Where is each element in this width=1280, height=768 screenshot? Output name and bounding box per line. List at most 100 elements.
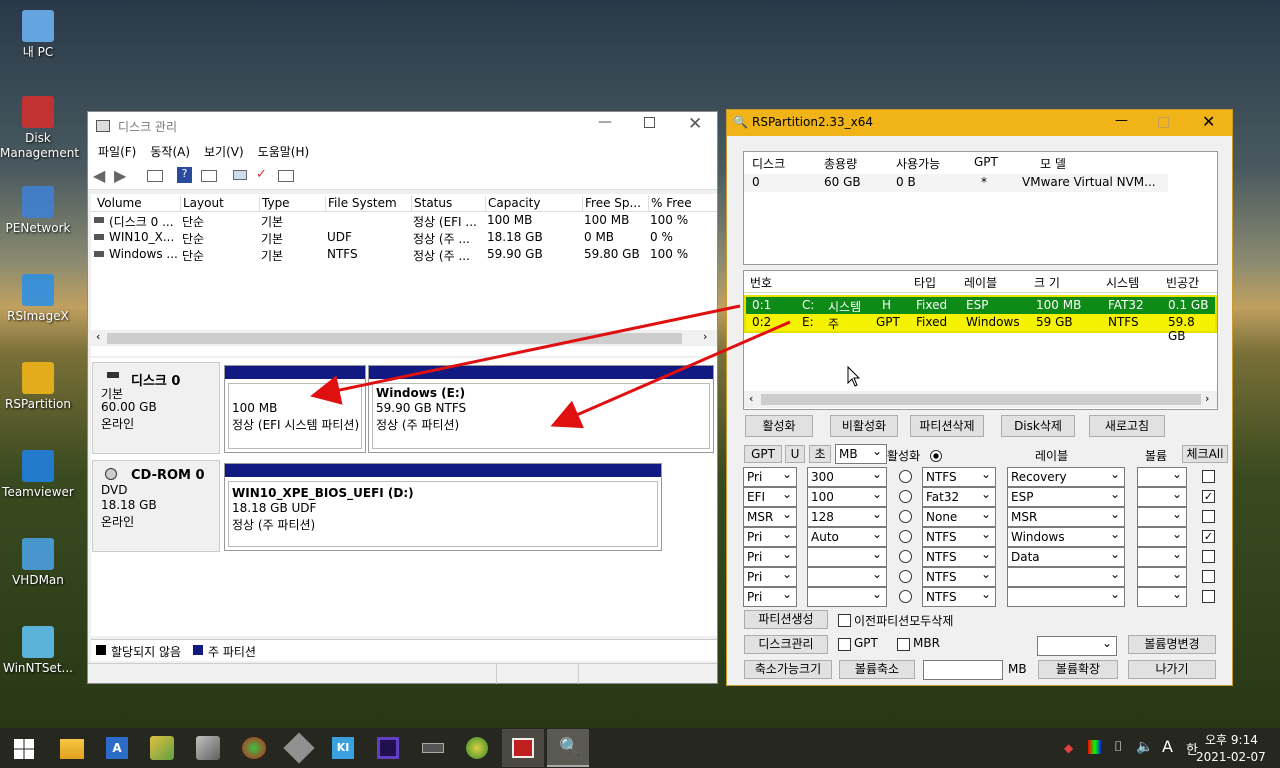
partition-type-select[interactable]: Pri [743,465,797,487]
table-row[interactable]: Windows ... 단순 기본 NTFS 정상 (주 ... 59.90 GB 59.8… [91,246,717,263]
partition-size-select[interactable]: 128 [807,505,887,527]
extend-volume-button[interactable]: 볼륨확장 [1038,660,1118,679]
shrinkable-size-button[interactable]: 축소가능크기 [744,660,832,679]
disk-management-button[interactable]: 디스크관리 [744,635,828,654]
close-button[interactable]: ✕ [688,114,702,134]
partition-size-select[interactable] [807,585,887,607]
filesystem-select[interactable]: Fat32 [922,485,996,507]
column-header[interactable]: Free Sp... [582,196,641,212]
filesystem-select[interactable]: NTFS [922,565,996,587]
desktop-pe-network-shortcut[interactable]: PENetwork [0,186,76,236]
volume-name-select[interactable] [1037,634,1117,656]
console-tree-icon[interactable] [147,170,163,182]
row-checkbox[interactable] [1202,470,1215,483]
partition-row[interactable]: 0:2 E: 주 GPT Fixed Windows 59 GB NTFS 59.8 GB [746,314,1215,343]
volume-letter-select[interactable] [1137,485,1187,507]
seconds-button[interactable]: 초 [809,445,831,463]
partition-size-select[interactable] [807,565,887,587]
column-header[interactable]: 총용량 [824,155,857,172]
size-input[interactable] [923,660,1003,680]
partition-row[interactable]: 0:1 C: 시스템 H Fixed ESP 100 MB FAT32 0.1 GB [746,297,1215,314]
partition-size-select[interactable]: Auto [807,525,887,547]
mbr-checkbox[interactable] [897,638,910,651]
volume-letter-select[interactable] [1137,525,1187,547]
column-header[interactable]: Capacity [485,196,540,212]
ime-mode[interactable]: A [1162,737,1173,756]
forward-arrow-icon[interactable]: ▶ [114,166,126,185]
cdrom0-partition[interactable]: WIN10_XPE_BIOS_UEFI (D:) 18.18 GB UDF 정상… [224,463,662,551]
menu-file[interactable]: 파일(F) [98,143,136,160]
unit-select[interactable]: MB [835,442,887,464]
row-checkbox[interactable] [1202,590,1215,603]
desktop-disk-management-shortcut[interactable]: Disk Management [0,96,79,161]
volume-letter-select[interactable] [1137,465,1187,487]
desktop-teamviewer-shortcut[interactable]: Teamviewer [0,450,76,500]
rename-volume-button[interactable]: 볼륨명변경 [1128,635,1216,654]
close-button[interactable]: ✕ [1202,112,1215,131]
column-header[interactable]: Layout [180,196,224,212]
cpu-icon[interactable] [377,737,399,759]
column-header[interactable]: Volume [95,196,142,212]
active-radio-header[interactable] [930,450,942,462]
list-view-icon[interactable] [278,170,294,182]
partition-type-select[interactable]: Pri [743,565,797,587]
color-ball-icon[interactable] [242,737,266,759]
label-select[interactable] [1007,565,1125,587]
disk-management-task-icon[interactable] [502,729,544,767]
check-all-button[interactable]: 체크All [1182,445,1228,463]
clock-time[interactable]: 오후 9:14 [1205,731,1258,748]
filesystem-select[interactable]: None [922,505,996,527]
column-header[interactable]: Status [411,196,452,212]
shrink-volume-button[interactable]: 볼륨축소 [839,660,915,679]
row-checkbox[interactable]: ✓ [1202,490,1215,503]
partition-type-select[interactable]: Pri [743,525,797,547]
column-header[interactable]: 모 델 [1040,155,1066,172]
wrench-tool-icon[interactable] [196,736,220,760]
active-radio[interactable] [899,470,912,483]
filesystem-select[interactable]: NTFS [922,585,996,607]
label-select[interactable]: ESP [1007,485,1125,507]
start-windows-icon[interactable] [14,739,34,759]
desktop-this-pc-shortcut[interactable]: 내 PC [0,10,76,60]
disk-row[interactable]: 0 60 GB 0 B * VMware Virtual NVM... [744,174,1168,192]
filesystem-select[interactable]: NTFS [922,465,996,487]
color-tray-icon[interactable] [1088,740,1102,754]
row-checkbox[interactable] [1202,510,1215,523]
active-radio[interactable] [899,490,912,503]
volume-letter-select[interactable] [1137,545,1187,567]
u-button[interactable]: U [785,445,805,463]
minimize-button[interactable]: — [1115,113,1128,128]
volume-tray-icon[interactable]: 🔈 [1136,739,1153,755]
column-header[interactable]: 빈공간 [1166,274,1199,291]
active-radio[interactable] [899,530,912,543]
active-radio[interactable] [899,550,912,563]
column-header[interactable]: File System [325,196,397,212]
disk0-partition-efi[interactable]: 100 MB 정상 (EFI 시스템 파티션) [224,365,366,453]
partition-type-select[interactable]: Pri [743,585,797,607]
scroll-thumb[interactable] [107,333,682,344]
properties-icon[interactable] [201,170,217,182]
column-header[interactable]: GPT [974,155,998,169]
back-arrow-icon[interactable]: ◀ [93,166,105,185]
table-row[interactable]: (디스크 0 ... 단순 기본 정상 (EFI ... 100 MB 100 MB 100… [91,212,717,229]
volume-letter-select[interactable] [1137,585,1187,607]
volume-letter-select[interactable] [1137,505,1187,527]
partition-type-select[interactable]: Pri [743,545,797,567]
label-select[interactable] [1007,585,1125,607]
label-select[interactable]: Windows [1007,525,1125,547]
column-header[interactable]: 사용가능 [896,155,940,172]
ki-tool-icon[interactable]: KI [332,737,354,759]
menu-view[interactable]: 보기(V) [204,143,244,160]
partition-size-select[interactable]: 300 [807,465,887,487]
maximize-button[interactable] [644,117,655,128]
network-tray-icon[interactable]: ◆ [1064,741,1073,755]
refresh-button[interactable]: 새로고침 [1089,415,1165,437]
minimize-button[interactable]: — [598,114,612,130]
column-header[interactable]: 타입 [914,274,936,291]
horizontal-scrollbar[interactable]: ‹ › [744,391,1217,408]
desktop-winntsetup-shortcut[interactable]: WinNTSet... [0,626,76,676]
menu-help[interactable]: 도움말(H) [258,143,310,160]
exit-button[interactable]: 나가기 [1128,660,1216,679]
delete-disk-button[interactable]: Disk삭제 [1001,415,1075,437]
active-radio[interactable] [899,590,912,603]
